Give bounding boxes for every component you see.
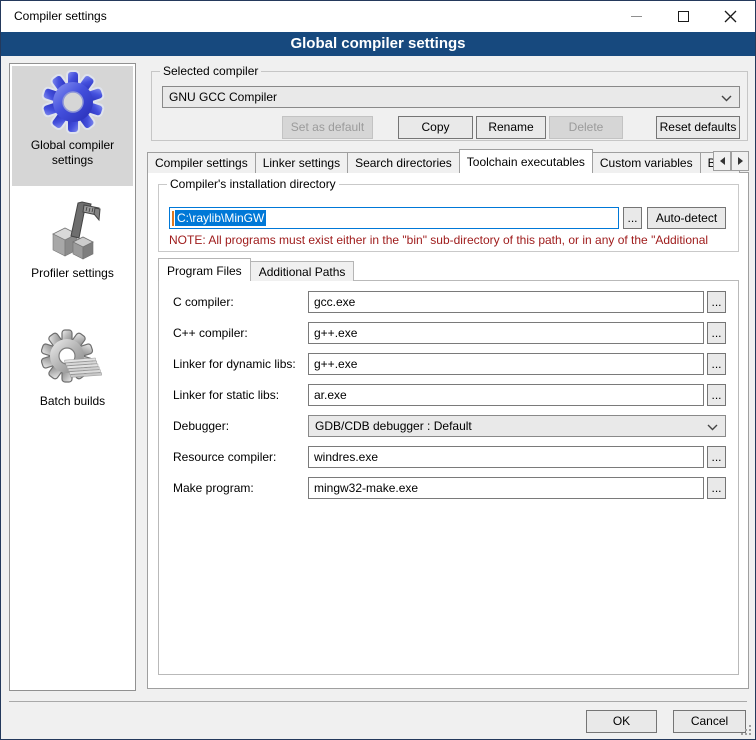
field-row-cpp-compiler: C++ compiler: ... [159,322,738,344]
group-label: Compiler's installation directory [167,177,339,191]
field-row-debugger: Debugger: GDB/CDB debugger : Default [159,415,738,437]
window-title: Compiler settings [14,9,107,23]
field-label: C compiler: [173,295,234,309]
browse-cpp-compiler-button[interactable]: ... [707,322,726,344]
settings-category-list: Global compiler settings [9,63,136,691]
compiler-actions: Set as default Copy Rename Delete Reset … [162,116,740,139]
maximize-icon [678,11,689,22]
field-label: Linker for dynamic libs: [173,357,296,371]
install-dir-input[interactable]: C:\raylib\MinGW [169,207,619,229]
group-label: Selected compiler [160,64,261,78]
minimize-button[interactable] [613,1,660,32]
chevron-down-icon [721,95,732,102]
tab-scroll-right-button[interactable] [731,151,749,171]
tab-scroll-left-button[interactable] [713,151,731,171]
copy-button[interactable]: Copy [398,116,473,139]
arrow-right-icon [738,157,743,165]
set-as-default-button[interactable]: Set as default [282,116,373,139]
text-caret [172,211,174,226]
sidebar-item-profiler-settings[interactable]: Profiler settings [12,194,133,294]
chevron-down-icon [707,424,718,431]
sidebar-item-label: Profiler settings [12,266,133,281]
debugger-select[interactable]: GDB/CDB debugger : Default [308,415,726,437]
installation-directory-group: Compiler's installation directory C:\ray… [158,184,739,252]
install-dir-note: NOTE: All programs must exist either in … [169,233,736,247]
field-row-resource-compiler: Resource compiler: ... [159,446,738,468]
tab-linker-settings[interactable]: Linker settings [255,152,348,173]
sidebar-item-global-compiler-settings[interactable]: Global compiler settings [12,66,133,186]
field-label: Make program: [173,481,254,495]
ok-button[interactable]: OK [586,710,657,733]
dialog-header: Global compiler settings [1,32,755,56]
titlebar[interactable]: Compiler settings [1,1,755,32]
c-compiler-input[interactable] [308,291,704,313]
field-label: C++ compiler: [173,326,248,340]
sidebar-item-label: Global compiler settings [12,138,133,168]
field-row-static-linker: Linker for static libs: ... [159,384,738,406]
tab-toolchain-executables[interactable]: Toolchain executables [459,149,593,173]
close-button[interactable] [707,1,754,32]
reset-defaults-button[interactable]: Reset defaults [656,116,740,139]
make-program-input[interactable] [308,477,704,499]
tab-search-directories[interactable]: Search directories [347,152,460,173]
field-row-dynamic-linker: Linker for dynamic libs: ... [159,353,738,375]
field-row-make-program: Make program: ... [159,477,738,499]
resize-grip[interactable] [741,725,752,736]
static-linker-input[interactable] [308,384,704,406]
browse-make-program-button[interactable]: ... [707,477,726,499]
footer-divider [9,701,747,702]
browse-resource-compiler-button[interactable]: ... [707,446,726,468]
close-icon [724,10,737,23]
compiler-select[interactable]: GNU GCC Compiler [162,86,740,108]
field-label: Resource compiler: [173,450,276,464]
browse-c-compiler-button[interactable]: ... [707,291,726,313]
arrow-left-icon [720,157,725,165]
toolchain-executables-page: Compiler's installation directory C:\ray… [147,172,749,689]
program-files-tabstrip: Program Files Additional Paths [158,258,354,281]
debugger-select-value: GDB/CDB debugger : Default [315,419,472,433]
auto-detect-button[interactable]: Auto-detect [647,207,726,229]
compiler-select-value: GNU GCC Compiler [169,90,277,104]
compiler-settings-window: Compiler settings Global compiler settin… [0,0,756,740]
settings-tabstrip: Compiler settings Linker settings Search… [147,149,749,173]
tab-custom-variables[interactable]: Custom variables [592,152,701,173]
tab-compiler-settings[interactable]: Compiler settings [147,152,256,173]
delete-button[interactable]: Delete [549,116,623,139]
resource-compiler-input[interactable] [308,446,704,468]
cpp-compiler-input[interactable] [308,322,704,344]
selected-compiler-group: Selected compiler GNU GCC Compiler Set a… [151,71,748,141]
blue-gear-icon [41,70,105,134]
browse-dynamic-linker-button[interactable]: ... [707,353,726,375]
field-label: Linker for static libs: [173,388,279,402]
sidebar-item-batch-builds[interactable]: Batch builds [12,322,133,418]
gear-stack-icon [41,326,105,390]
sidebar-item-label: Batch builds [12,394,133,409]
rename-button[interactable]: Rename [476,116,546,139]
field-row-c-compiler: C compiler: ... [159,291,738,313]
cancel-button[interactable]: Cancel [673,710,746,733]
window-controls [613,1,754,32]
caliper-icon [41,198,105,262]
program-files-page: C compiler: ... C++ compiler: ... Linker… [158,280,739,675]
dynamic-linker-input[interactable] [308,353,704,375]
tab-program-files[interactable]: Program Files [158,258,251,281]
maximize-button[interactable] [660,1,707,32]
field-label: Debugger: [173,419,229,433]
browse-install-dir-button[interactable]: ... [623,207,642,229]
minimize-icon [631,16,642,17]
browse-static-linker-button[interactable]: ... [707,384,726,406]
install-dir-selected-text: C:\raylib\MinGW [175,210,266,226]
tab-additional-paths[interactable]: Additional Paths [250,261,355,281]
